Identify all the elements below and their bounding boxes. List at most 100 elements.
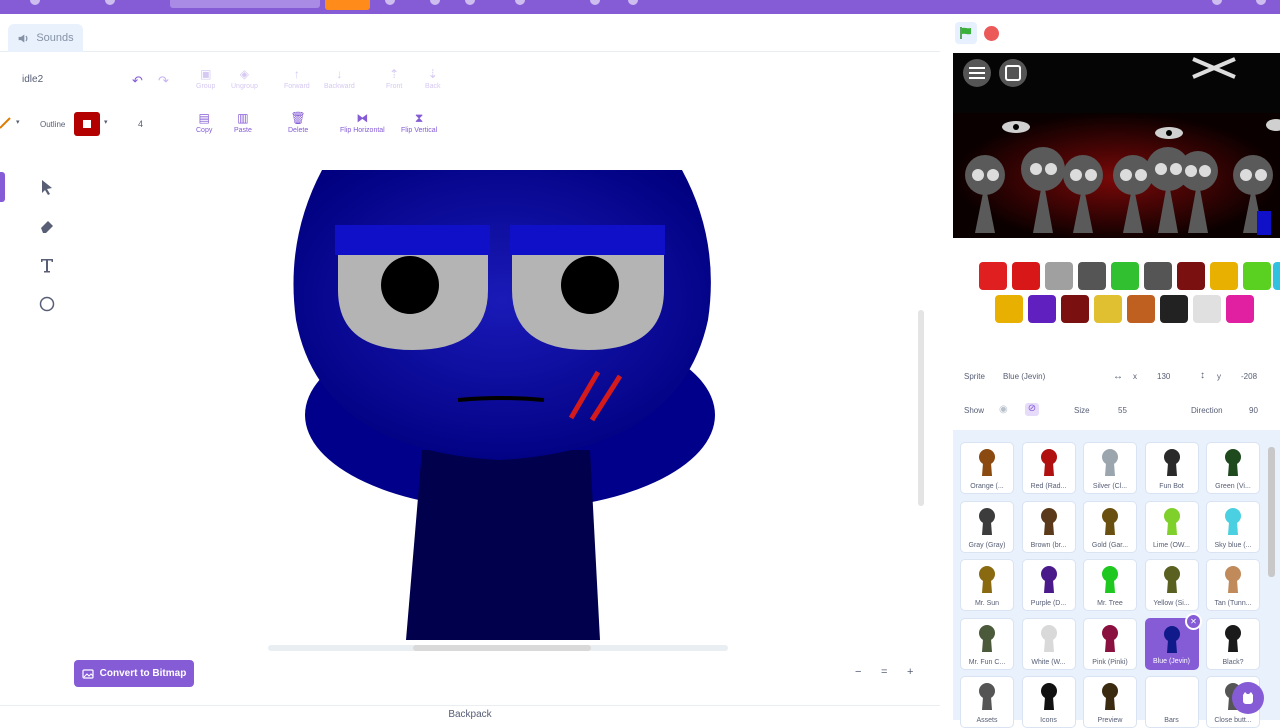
size-input[interactable]: 55 <box>1118 406 1127 415</box>
circle-tool[interactable] <box>36 293 58 315</box>
hide-icon[interactable]: ⊘ <box>1025 403 1039 416</box>
sprite-thumbnail <box>1225 624 1241 652</box>
project-title-field[interactable] <box>170 0 320 8</box>
y-input[interactable]: -208 <box>1241 372 1257 381</box>
share-button[interactable] <box>325 0 370 10</box>
sprite-tile[interactable]: Mr. Tree <box>1083 559 1137 611</box>
sprite-name-input[interactable]: Blue (Jevin) <box>1003 372 1045 381</box>
file-menu-icon[interactable] <box>385 0 395 5</box>
zoom-in-icon[interactable]: + <box>907 666 913 678</box>
sprite-tile[interactable]: Lime (OW... <box>1144 500 1199 553</box>
backpack-bar[interactable]: Backpack <box>0 705 940 720</box>
settings-icon[interactable] <box>105 0 115 5</box>
sprite-tile[interactable]: Assets <box>960 676 1014 728</box>
sprite-info-panel: Sprite Blue (Jevin) ↔ x 130 ↕ y -208 Sho… <box>953 360 1280 430</box>
sprite-tile[interactable]: Sky blue (... <box>1206 500 1260 553</box>
zoom-out-icon[interactable]: − <box>855 666 861 678</box>
edit-menu-icon[interactable] <box>430 0 440 5</box>
delete-button[interactable]: 🗑 Delete <box>288 112 308 134</box>
left-eyelid <box>335 225 490 255</box>
show-visible-icon[interactable]: ◉ <box>999 404 1008 415</box>
text-tool[interactable] <box>36 254 58 276</box>
forward-button[interactable]: ↑ Forward <box>284 68 310 90</box>
sprite-tile[interactable]: Red (Rad... <box>1021 442 1076 494</box>
sprite-tile[interactable]: Preview <box>1083 676 1137 728</box>
add-sprite-button[interactable] <box>1232 682 1264 714</box>
sprite-tile[interactable]: Icons <box>1021 676 1076 728</box>
right-pupil <box>561 256 619 314</box>
eraser-tool[interactable] <box>36 215 58 237</box>
sprite-tile[interactable]: Bars <box>1144 676 1199 728</box>
fill-dropdown-icon[interactable]: ▾ <box>16 118 20 126</box>
sprite-tile[interactable]: Yellow (Si... <box>1144 559 1199 611</box>
select-tool[interactable] <box>36 176 58 198</box>
green-flag-button[interactable] <box>955 22 977 44</box>
sprite-list-scrollbar[interactable] <box>1268 447 1275 577</box>
addon-icon[interactable] <box>590 0 600 5</box>
sprite-tile[interactable]: Orange (... <box>960 442 1014 494</box>
scratch-logo-icon[interactable] <box>30 0 40 5</box>
stage[interactable] <box>953 53 1280 343</box>
canvas-horizontal-scrollbar[interactable] <box>268 645 728 651</box>
sprite-tile[interactable]: Purple (D... <box>1021 559 1076 611</box>
sprite-tile[interactable]: Mr. Sun <box>960 559 1014 611</box>
sprite-tile-label: Sky blue (... <box>1214 541 1252 549</box>
image-icon <box>82 668 94 679</box>
sprite-tile-label: Mr. Sun <box>974 600 1000 607</box>
sprite-tile-label: Gold (Gar... <box>1091 541 1129 549</box>
account-icon[interactable] <box>1256 0 1266 5</box>
outline-color-swatch[interactable] <box>74 112 100 136</box>
ungroup-button[interactable]: ◈ Ungroup <box>231 68 258 90</box>
canvas-vertical-scrollbar[interactable] <box>918 310 924 506</box>
backward-button[interactable]: ↓ Backward <box>324 68 355 90</box>
sprite-tile[interactable]: Silver (Cl... <box>1083 442 1137 494</box>
debug-icon[interactable] <box>515 0 525 5</box>
sprite-thumbnail <box>1102 683 1118 710</box>
folder-icon[interactable] <box>1212 0 1222 5</box>
tab-sounds[interactable]: Sounds <box>8 24 83 52</box>
sprite-tile-label: Brown (br... <box>1030 541 1067 549</box>
sprite-tile[interactable]: Black? <box>1206 617 1260 670</box>
redo-icon[interactable]: ↷ <box>158 73 169 89</box>
group-button[interactable]: ▣ Group <box>196 68 215 90</box>
flip-horizontal-button[interactable]: ⧓ Flip Horizontal <box>340 112 385 134</box>
front-button[interactable]: ⇡ Front <box>386 68 402 90</box>
sprite-tile[interactable]: Pink (Pinki) <box>1083 617 1137 670</box>
convert-to-bitmap-button[interactable]: Convert to Bitmap <box>74 660 194 687</box>
sprite-tile[interactable]: Gray (Gray) <box>960 500 1014 553</box>
sprite-tile[interactable]: Tan (Tunn... <box>1206 559 1260 611</box>
sprite-tile-label: Green (Vi... <box>1215 483 1251 490</box>
eraser-icon <box>41 221 53 233</box>
sprite-thumbnail <box>1163 449 1180 476</box>
sprite-tile-label: Gray (Gray) <box>968 541 1006 549</box>
sprite-tile[interactable]: Fun Bot <box>1144 442 1199 494</box>
outline-dropdown-icon[interactable]: ▾ <box>104 118 108 126</box>
sprite-tile[interactable]: Green (Vi... <box>1206 442 1260 494</box>
sprite-tile-label: Red (Rad... <box>1030 483 1067 490</box>
back-button[interactable]: ⇣ Back <box>425 68 441 90</box>
delete-sprite-icon[interactable]: ✕ <box>1185 613 1202 630</box>
copy-button[interactable]: ▤ Copy <box>196 112 212 134</box>
sprite-thumbnail <box>979 624 995 652</box>
menu-extra-icon[interactable] <box>628 0 638 5</box>
sprite-tile[interactable]: White (W... <box>1021 617 1076 670</box>
outline-width-input[interactable]: 4 <box>138 119 143 129</box>
stage-scene <box>953 53 1280 343</box>
undo-icon[interactable]: ↶ <box>132 73 143 89</box>
paste-button[interactable]: ▥ Paste <box>234 112 252 134</box>
x-input[interactable]: 130 <box>1157 372 1170 381</box>
sprite-tile[interactable]: Mr. Fun C... <box>960 617 1014 670</box>
flip-vertical-button[interactable]: ⧗ Flip Vertical <box>401 112 437 134</box>
tutorials-icon[interactable] <box>465 0 475 5</box>
zoom-reset-icon[interactable]: = <box>881 666 887 678</box>
front-icon: ⇡ <box>389 67 400 81</box>
stop-button[interactable] <box>984 26 999 41</box>
paint-canvas[interactable] <box>260 150 740 650</box>
costume-name-input[interactable]: idle2 <box>22 74 43 85</box>
sprite-tile-label: Purple (D... <box>1030 600 1067 607</box>
sprite-tile[interactable]: Gold (Gar... <box>1083 500 1137 553</box>
direction-input[interactable]: 90 <box>1249 406 1258 415</box>
scroll-thumb[interactable] <box>413 645 591 651</box>
fill-color-swatch[interactable] <box>0 116 12 130</box>
sprite-tile[interactable]: Brown (br... <box>1021 500 1076 553</box>
